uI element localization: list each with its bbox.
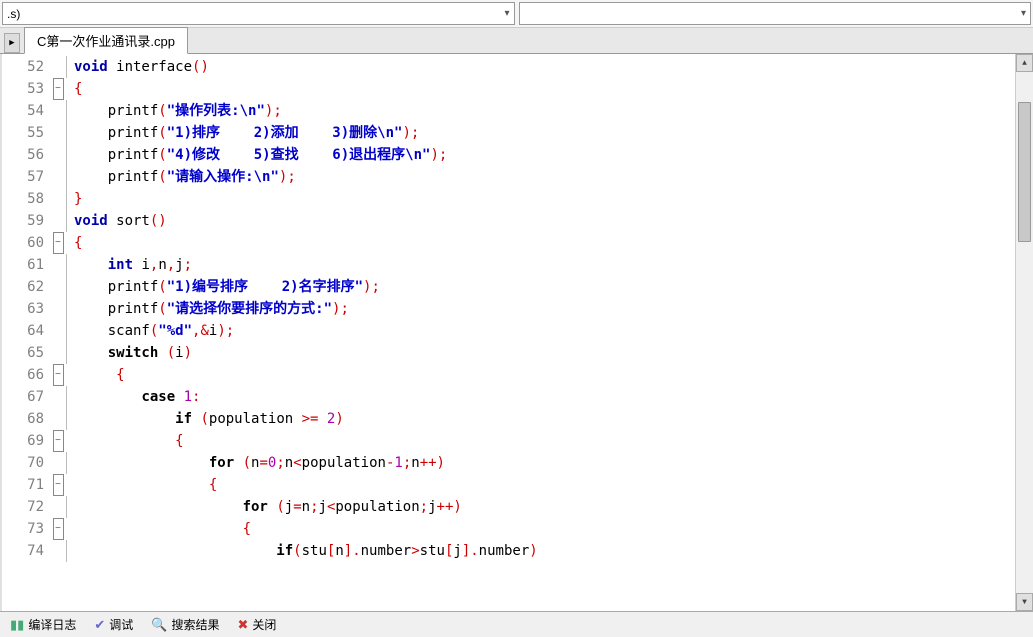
scroll-down-button[interactable]: ▼ [1016,593,1033,611]
fold-toggle-icon[interactable]: − [53,78,64,100]
fold-toggle-icon[interactable]: − [53,474,64,496]
fold-cell [50,100,66,122]
tab-search-results[interactable]: 🔍 搜索结果 [145,614,225,635]
fold-cell [50,188,66,210]
line-number: 63 [2,298,50,320]
line-number: 57 [2,166,50,188]
scope-dropdown-right[interactable]: ▾ [519,2,1032,25]
line-number: 60 [2,232,50,254]
fold-cell [50,452,66,474]
scope-dropdown-left-text: .s) [7,7,20,21]
fold-toggle-icon[interactable]: − [53,364,64,386]
scroll-thumb[interactable] [1018,102,1031,242]
scope-dropdown-left[interactable]: .s) ▾ [2,2,515,25]
code-content[interactable]: void interface() { printf("操作列表:\n"); pr… [66,54,1015,611]
line-number: 64 [2,320,50,342]
fold-cell [50,144,66,166]
close-icon: ✖ [237,617,248,633]
line-number: 52 [2,56,50,78]
fold-cell [50,342,66,364]
chevron-down-icon: ▾ [504,8,509,19]
line-number: 65 [2,342,50,364]
line-number: 74 [2,540,50,562]
fold-column: − − − − − − [50,54,66,611]
line-number: 56 [2,144,50,166]
tab-debug-label: 调试 [109,616,133,633]
tab-close-label: 关闭 [252,616,276,633]
fold-toggle-icon[interactable]: − [53,518,64,540]
tab-compile-log[interactable]: ▮▮ 编译日志 [4,614,82,635]
fold-cell [50,210,66,232]
fold-cell: − [50,518,66,540]
fold-cell [50,254,66,276]
fold-cell: − [50,364,66,386]
line-number: 62 [2,276,50,298]
line-number: 72 [2,496,50,518]
bottom-panel-tabs: ▮▮ 编译日志 ✔ 调试 🔍 搜索结果 ✖ 关闭 [0,611,1033,637]
fold-toggle-icon[interactable]: − [53,430,64,452]
fold-cell [50,408,66,430]
tab-compile-log-label: 编译日志 [28,616,76,633]
line-number: 71 [2,474,50,496]
fold-cell [50,540,66,562]
tab-scroll-right-button[interactable]: ▶ [4,33,20,53]
fold-cell [50,276,66,298]
line-number-gutter: 5253545556575859606162636465666768697071… [2,54,50,611]
editor-area: 5253545556575859606162636465666768697071… [0,54,1033,611]
file-tab-active[interactable]: C第一次作业通讯录.cpp [24,27,188,54]
toolbar-dropdowns: .s) ▾ ▾ [0,0,1033,28]
chevron-down-icon: ▾ [1021,8,1026,19]
scroll-up-button[interactable]: ▲ [1016,54,1033,72]
tab-search-results-label: 搜索结果 [171,616,219,633]
line-number: 53 [2,78,50,100]
line-number: 61 [2,254,50,276]
fold-cell [50,386,66,408]
fold-cell [50,122,66,144]
line-number: 69 [2,430,50,452]
line-number: 66 [2,364,50,386]
fold-cell [50,320,66,342]
tab-strip: ▶ C第一次作业通讯录.cpp [0,28,1033,54]
line-number: 68 [2,408,50,430]
fold-cell [50,166,66,188]
tab-close[interactable]: ✖ 关闭 [231,614,282,635]
fold-cell [50,56,66,78]
line-number: 73 [2,518,50,540]
fold-cell [50,496,66,518]
fold-cell: − [50,430,66,452]
line-number: 59 [2,210,50,232]
scroll-track[interactable] [1016,72,1033,593]
line-number: 54 [2,100,50,122]
fold-cell: − [50,474,66,496]
bar-chart-icon: ▮▮ [10,617,24,633]
line-number: 67 [2,386,50,408]
fold-cell: − [50,78,66,100]
line-number: 58 [2,188,50,210]
file-tab-label: C第一次作业通讯录.cpp [37,34,175,49]
check-icon: ✔ [94,617,105,633]
vertical-scrollbar[interactable]: ▲ ▼ [1015,54,1033,611]
tab-debug[interactable]: ✔ 调试 [88,614,139,635]
fold-toggle-icon[interactable]: − [53,232,64,254]
line-number: 70 [2,452,50,474]
search-icon: 🔍 [151,617,167,633]
fold-cell: − [50,232,66,254]
line-number: 55 [2,122,50,144]
fold-cell [50,298,66,320]
